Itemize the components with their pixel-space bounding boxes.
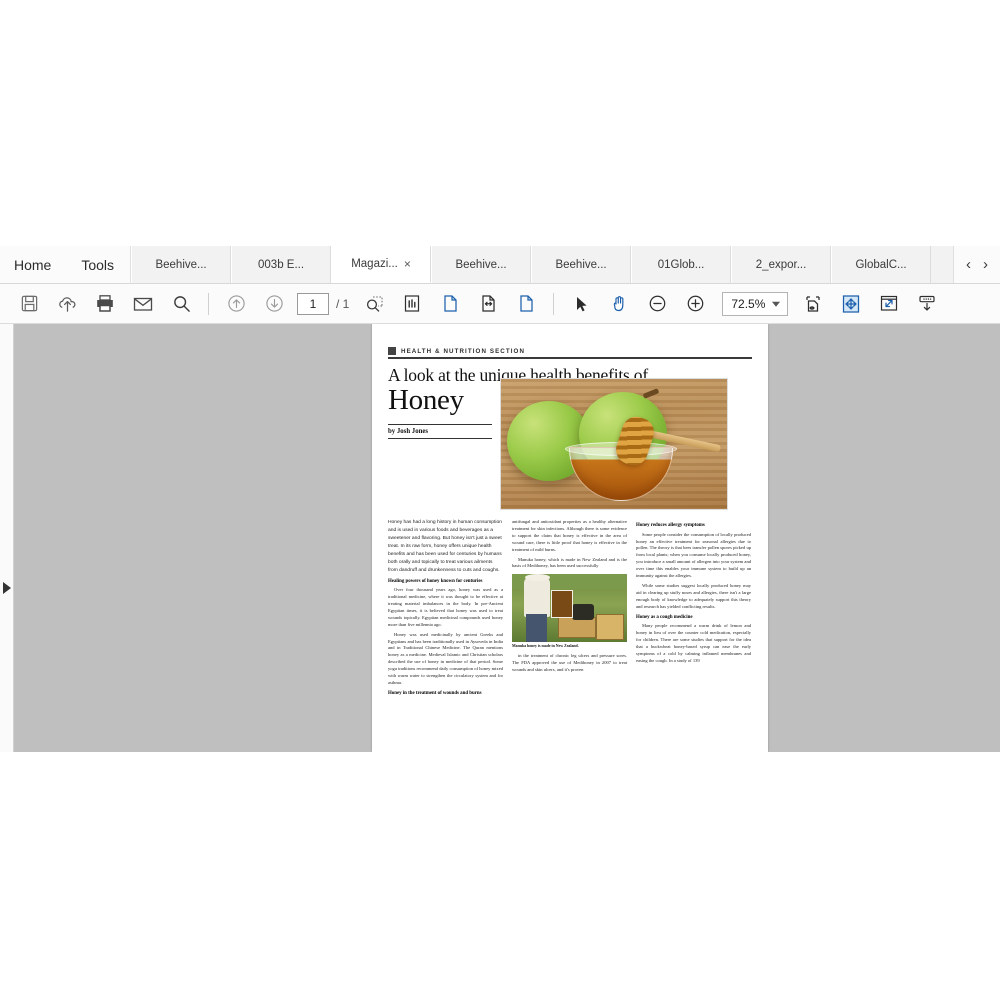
document-tab-label: Beehive... <box>155 258 207 271</box>
paragraph: Over four thousand years ago, honey was … <box>388 587 503 627</box>
paragraph: Manuka honey, which is made in New Zeala… <box>512 556 627 569</box>
toolbar-divider <box>208 292 209 315</box>
document-tab-6[interactable]: 2_expor... <box>731 246 832 283</box>
document-tab-1[interactable]: 003b E... <box>231 246 332 283</box>
pdf-page[interactable]: HEALTH & NUTRITION SECTION A look at the… <box>372 324 768 752</box>
page-canvas-area[interactable]: HEALTH & NUTRITION SECTION A look at the… <box>15 324 1000 752</box>
section-banner: HEALTH & NUTRITION SECTION <box>388 347 752 359</box>
expand-panel-arrow-icon[interactable] <box>3 582 11 594</box>
paragraph: in the treatment of chronic leg ulcers a… <box>512 653 627 673</box>
email-icon[interactable] <box>128 289 158 319</box>
zoom-level-value: 72.5% <box>731 296 766 311</box>
marquee-zoom-icon[interactable] <box>359 289 389 319</box>
article-column-3: Honey reduces allergy symptoms Some peop… <box>636 519 751 699</box>
document-tab-label: GlobalC... <box>855 258 907 271</box>
menu-tab-home[interactable]: Home <box>0 246 66 283</box>
document-viewer[interactable]: HEALTH & NUTRITION SECTION A look at the… <box>0 324 1000 752</box>
menu-tab-tools[interactable]: Tools <box>65 246 132 283</box>
article-column-1: Honey has had a long history in human co… <box>388 519 503 699</box>
document-tab-label: Magazi... <box>351 258 398 270</box>
save-icon[interactable] <box>14 289 44 319</box>
page-number-input[interactable]: 1 <box>297 292 329 315</box>
honeycomb-frame <box>551 590 573 619</box>
chevron-down-icon[interactable] <box>772 301 781 307</box>
document-tab-7[interactable]: GlobalC... <box>831 246 932 283</box>
document-tab-label: Beehive... <box>455 258 507 271</box>
blank-area-above-window <box>0 0 1000 246</box>
hero-photo-honey-apples <box>500 378 728 510</box>
document-tab-2-active[interactable]: Magazi... × <box>331 246 432 283</box>
zoom-out-icon[interactable] <box>642 289 672 319</box>
upload-cloud-icon[interactable] <box>52 289 82 319</box>
close-icon[interactable]: × <box>404 258 411 270</box>
page-total-label: / 1 <box>336 296 350 311</box>
subheading-healing-powers: Healing powers of honey known for centur… <box>388 578 483 584</box>
fullscreen-icon[interactable] <box>874 289 904 319</box>
show-toolbar-icon[interactable] <box>912 289 942 319</box>
tab-scroll-controls: ‹ › <box>953 246 1000 283</box>
hive-box-right <box>596 614 624 641</box>
document-tab-5[interactable]: 01Glob... <box>631 246 732 283</box>
menu-tab-tools-label: Tools <box>81 256 115 273</box>
search-icon[interactable] <box>166 289 196 319</box>
beekeeper-legs <box>526 614 547 643</box>
paragraph: Honey was used medicinally by ancient Gr… <box>388 631 503 685</box>
section-label: HEALTH & NUTRITION SECTION <box>401 347 526 355</box>
navigation-pane-rail[interactable] <box>0 324 14 752</box>
document-tab-label: 01Glob... <box>657 258 705 271</box>
fit-page-blue-icon[interactable] <box>836 289 866 319</box>
document-tab-0[interactable]: Beehive... <box>131 246 232 283</box>
fit-width-icon[interactable] <box>473 289 503 319</box>
byline: by Josh Jones <box>388 425 492 439</box>
page-number-value: 1 <box>309 296 317 311</box>
actual-size-icon[interactable] <box>511 289 541 319</box>
photo-beekeeper <box>512 574 627 643</box>
down-circle-arrow-icon[interactable] <box>259 289 289 319</box>
cursor-arrow-icon[interactable] <box>566 289 596 319</box>
subheading-allergy-symptoms: Honey reduces allergy symptoms <box>636 523 705 528</box>
menu-tab-home-label: Home <box>14 256 52 273</box>
toolbar-divider <box>553 292 555 315</box>
document-tab-label: Beehive... <box>555 258 607 271</box>
zoom-in-icon[interactable] <box>680 289 710 319</box>
page-thumbnails-icon[interactable] <box>397 289 427 319</box>
fit-visible-icon[interactable] <box>798 289 828 319</box>
hand-icon[interactable] <box>604 289 634 319</box>
paragraph: Some people consider the consumption of … <box>636 531 751 579</box>
tab-bar: Home Tools Beehive... 003b E... Magazi..… <box>0 246 1000 284</box>
document-tab-4[interactable]: Beehive... <box>531 246 632 283</box>
main-toolbar: 1 / 1 72.5% <box>0 284 1000 324</box>
hive-shadow <box>572 604 594 621</box>
hive-box <box>558 617 596 639</box>
document-tab-label: 2_expor... <box>755 258 807 271</box>
document-tab-label: 003b E... <box>258 258 305 271</box>
paragraph: While some studies suggest locally produ… <box>636 582 751 609</box>
byline-block: by Josh Jones <box>388 423 492 439</box>
section-marker-icon <box>388 347 396 355</box>
blank-area-below-window <box>0 752 1000 1000</box>
fit-page-icon[interactable] <box>435 289 465 319</box>
chevron-right-icon[interactable]: › <box>983 256 988 273</box>
print-icon[interactable] <box>90 289 120 319</box>
chevron-left-icon[interactable]: ‹ <box>966 256 971 273</box>
paragraph: Many people recommend a warm drink of le… <box>636 623 751 663</box>
up-circle-arrow-icon[interactable] <box>221 289 251 319</box>
article-columns: Honey has had a long history in human co… <box>388 519 752 699</box>
beekeeper-suit <box>524 577 550 618</box>
paragraph: antifungal and antioxidant properties as… <box>512 519 627 552</box>
photo-caption: Manuka honey is made in New Zealand. <box>512 644 579 649</box>
document-tab-3[interactable]: Beehive... <box>431 246 532 283</box>
article-column-2: antifungal and antioxidant properties as… <box>512 519 627 699</box>
zoom-level-select[interactable]: 72.5% <box>722 291 789 316</box>
application-window: Home Tools Beehive... 003b E... Magazi..… <box>0 0 1000 1000</box>
intro-paragraph: Honey has had a long history in human co… <box>388 520 502 573</box>
subheading-cough-medicine: Honey as a cough medicine <box>636 614 693 620</box>
subheading-wounds-burns: Honey in the treatment of wounds and bur… <box>388 690 482 696</box>
